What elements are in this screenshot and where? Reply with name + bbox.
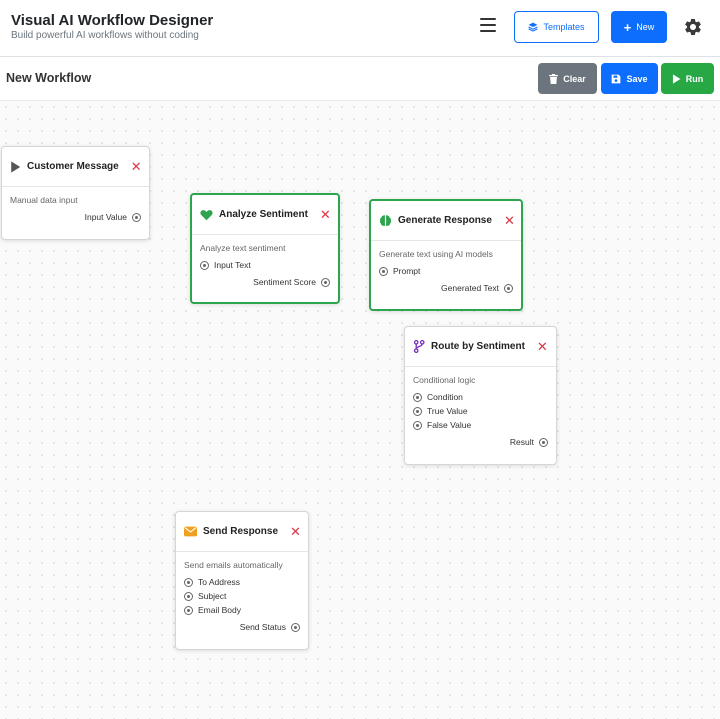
branch-icon	[413, 340, 425, 353]
port-label: Condition	[427, 392, 463, 402]
port-label: Email Body	[198, 605, 241, 615]
input-port[interactable]	[184, 605, 193, 615]
node-route-by-sentiment[interactable]: Route by Sentiment ✕ Conditional logic C…	[404, 326, 557, 465]
node-description: Analyze text sentiment	[200, 243, 286, 253]
input-port[interactable]	[184, 591, 193, 601]
trash-icon	[549, 73, 559, 84]
gear-icon[interactable]	[683, 17, 703, 37]
close-icon[interactable]: ✕	[504, 214, 515, 227]
output-port-row: Send Status	[184, 620, 300, 634]
close-icon[interactable]: ✕	[131, 160, 142, 173]
node-title: Generate Response	[398, 215, 492, 226]
output-port[interactable]	[321, 277, 330, 287]
new-label: New	[636, 22, 655, 32]
clear-label: Clear	[563, 73, 586, 84]
input-port-row: Condition	[413, 390, 548, 404]
output-port-row: Result	[413, 435, 548, 449]
app-subtitle: Build powerful AI workflows without codi…	[11, 30, 199, 41]
clear-button[interactable]: Clear	[538, 63, 597, 94]
run-button[interactable]: Run	[661, 63, 714, 94]
output-port-row: Sentiment Score	[200, 275, 330, 289]
node-header[interactable]: Send Response ✕	[176, 512, 308, 552]
output-port[interactable]	[539, 437, 548, 447]
node-title: Customer Message	[27, 161, 119, 172]
port-label: Prompt	[393, 266, 421, 276]
port-label: True Value	[427, 406, 468, 416]
output-port[interactable]	[291, 622, 300, 632]
input-port-row: Subject	[184, 589, 300, 603]
port-label: False Value	[427, 420, 472, 430]
node-generate-response[interactable]: Generate Response ✕ Generate text using …	[369, 199, 523, 311]
node-analyze-sentiment[interactable]: Analyze Sentiment ✕ Analyze text sentime…	[190, 193, 340, 304]
output-port[interactable]	[504, 283, 513, 293]
output-port[interactable]	[132, 212, 141, 222]
close-icon[interactable]: ✕	[290, 525, 301, 538]
node-header[interactable]: Analyze Sentiment ✕	[192, 195, 338, 235]
templates-label: Templates	[543, 22, 585, 32]
brain-icon	[379, 214, 392, 227]
plus-icon: +	[623, 19, 632, 35]
node-description: Generate text using AI models	[379, 249, 493, 259]
heart-icon	[200, 209, 213, 221]
port-label: Input Value	[84, 212, 127, 222]
node-title: Send Response	[203, 526, 279, 537]
envelope-icon	[184, 526, 197, 537]
play-icon	[10, 160, 21, 173]
input-port-row: False Value	[413, 418, 548, 432]
node-description: Send emails automatically	[184, 560, 283, 570]
new-button[interactable]: + New	[611, 11, 667, 43]
node-header[interactable]: Generate Response ✕	[371, 201, 521, 241]
port-label: To Address	[198, 577, 241, 587]
port-label: Send Status	[239, 622, 286, 632]
input-port-row: Email Body	[184, 603, 300, 617]
input-port-row: True Value	[413, 404, 548, 418]
app-header: Visual AI Workflow Designer Build powerf…	[0, 0, 720, 57]
run-label: Run	[685, 73, 704, 84]
save-label: Save	[626, 73, 648, 84]
port-label: Sentiment Score	[253, 277, 316, 287]
node-title: Route by Sentiment	[431, 341, 525, 352]
node-header[interactable]: Route by Sentiment ✕	[405, 327, 556, 367]
input-port[interactable]	[413, 406, 422, 416]
output-port-row: Generated Text	[379, 281, 513, 295]
play-icon	[672, 73, 681, 84]
node-description: Manual data input	[10, 195, 78, 205]
input-port-row: To Address	[184, 575, 300, 589]
output-port-row: Input Value	[10, 210, 141, 224]
workflow-title: New Workflow	[6, 71, 92, 85]
input-port[interactable]	[200, 260, 209, 270]
app-title: Visual AI Workflow Designer	[11, 12, 214, 29]
input-port[interactable]	[413, 420, 422, 430]
templates-button[interactable]: Templates	[514, 11, 599, 43]
layers-icon	[528, 22, 539, 32]
node-description: Conditional logic	[413, 375, 476, 385]
input-port[interactable]	[184, 577, 193, 587]
port-label: Result	[509, 437, 534, 447]
workflow-toolbar: New Workflow Clear Save Run	[0, 57, 720, 101]
input-port[interactable]	[413, 392, 422, 402]
node-send-response[interactable]: Send Response ✕ Send emails automaticall…	[175, 511, 309, 650]
node-title: Analyze Sentiment	[219, 209, 308, 220]
input-port[interactable]	[379, 266, 388, 276]
floppy-disk-icon	[612, 74, 621, 83]
save-button[interactable]: Save	[601, 63, 658, 94]
close-icon[interactable]: ✕	[320, 208, 331, 221]
port-label: Input Text	[214, 260, 251, 270]
node-customer-message[interactable]: Customer Message ✕ Manual data input Inp…	[1, 146, 150, 240]
node-header[interactable]: Customer Message ✕	[2, 147, 149, 187]
input-port-row: Prompt	[379, 264, 513, 278]
port-label: Subject	[198, 591, 227, 601]
port-label: Generated Text	[441, 283, 499, 293]
close-icon[interactable]: ✕	[537, 340, 548, 353]
input-port-row: Input Text	[200, 258, 330, 272]
hamburger-menu-icon[interactable]	[480, 18, 496, 34]
